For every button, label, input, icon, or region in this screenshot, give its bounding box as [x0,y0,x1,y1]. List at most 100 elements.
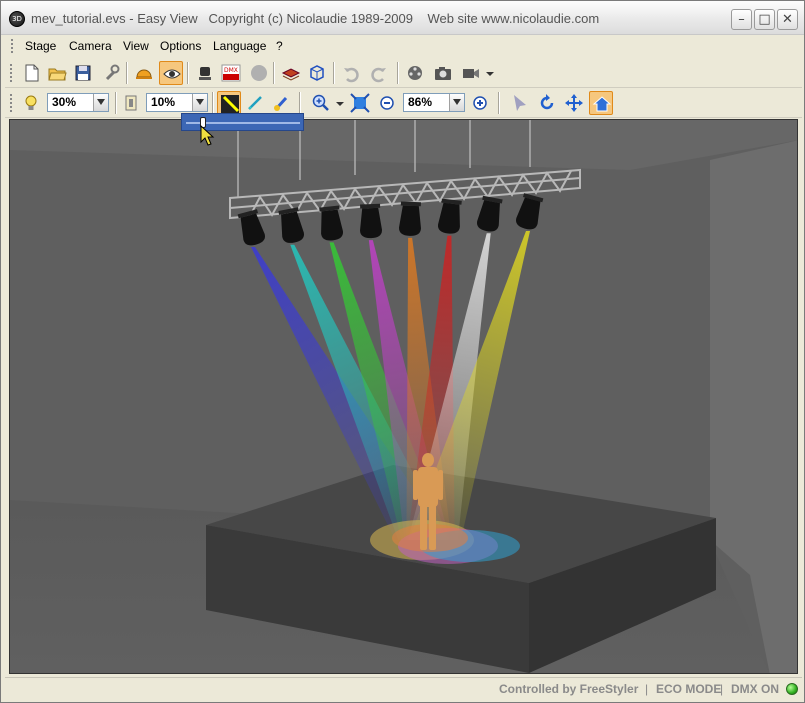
zoom-out-button[interactable] [375,91,399,115]
toolbar-separator [498,92,500,114]
close-button[interactable]: ✕ [777,9,798,30]
zoom-minus-icon [380,96,394,110]
app-window: 3D mev_tutorial.evs - Easy View Copyrigh… [0,0,805,703]
pencil-icon [248,96,262,110]
pointer-button[interactable] [508,91,532,115]
disabled-circle-icon [251,65,267,81]
new-file-icon [25,64,39,82]
maximize-icon: □ [758,12,771,27]
eco-mode-status: ECO MODE [656,682,722,696]
camera-icon [435,67,451,80]
open-file-button[interactable] [45,61,69,85]
dmx-status: DMX ON [731,682,779,696]
save-button[interactable] [71,61,95,85]
film-reel-button[interactable] [403,61,427,85]
toolbar-separator [299,92,301,114]
light-level-value: 30% [52,95,77,109]
dmx-icon: DMX [221,64,241,82]
menu-grip-handle[interactable] [11,39,14,53]
stage-scene[interactable] [10,120,798,674]
close-icon: ✕ [782,12,793,27]
zoom-mode-button[interactable] [309,91,333,115]
redo-button[interactable] [367,61,391,85]
main-toolbar: DMX [5,58,802,88]
pencil-button[interactable] [243,91,267,115]
toolbar-separator [187,62,189,84]
view-toolbar: 30% 10% 86% [5,88,802,118]
fog-level-combo[interactable]: 10% [146,93,208,112]
menu-camera[interactable]: Camera [69,39,112,53]
video-camera-icon [463,69,479,78]
cube-icon [310,65,324,81]
light-level-combo[interactable]: 30% [47,93,109,112]
app-logo-icon[interactable]: 3D [9,11,25,27]
menu-bar: Stage Camera View Options Language ? [5,35,802,57]
film-reel-icon [408,66,422,80]
new-file-button[interactable] [20,61,44,85]
status-separator: | [720,682,724,696]
menu-options[interactable]: Options [160,39,201,53]
toolbar-grip[interactable] [10,94,13,112]
eye-view-icon [163,69,181,79]
layers-icon [281,68,301,81]
lightbulb-icon [25,95,37,110]
minimize-icon: – [738,12,745,27]
toolbar-separator [333,62,335,84]
beam-color-button[interactable] [217,91,241,115]
toolbar-separator [397,62,399,84]
pan-move-icon [565,94,583,112]
chevron-down-icon [486,72,494,76]
home-view-button[interactable] [589,91,613,115]
beam-color-icon [221,95,240,113]
svg-text:DMX: DMX [224,67,238,74]
zoom-level-combo[interactable]: 86% [403,93,465,112]
menu-language[interactable]: Language [213,39,266,53]
status-bar: Controlled by FreeStyler | ECO MODE | DM… [5,677,802,699]
zoom-in-button[interactable] [468,91,492,115]
save-disk-icon [75,65,91,81]
brush-button[interactable] [269,91,293,115]
zoom-in-magnifier-icon [312,94,329,111]
dmx-button[interactable]: DMX [219,61,243,85]
zoom-mode-dropdown[interactable] [333,91,345,115]
fog-button[interactable] [119,91,143,115]
menu-view[interactable]: View [123,39,149,53]
wrench-button[interactable] [99,61,123,85]
open-folder-icon [48,68,67,81]
controlled-by-status: Controlled by FreeStyler [499,682,639,696]
pan-button[interactable] [562,91,586,115]
disabled-button[interactable] [247,61,271,85]
menu-help[interactable]: ? [276,39,283,53]
window-title: mev_tutorial.evs - Easy View Copyright (… [31,11,600,26]
rotate-button[interactable] [535,91,559,115]
zoom-plus-icon [473,96,487,110]
menu-stage[interactable]: Stage [25,39,56,53]
fog-level-value: 10% [151,95,176,109]
toolbar-separator [273,62,275,84]
moving-head-button[interactable] [193,61,217,85]
chevron-down-icon[interactable] [192,94,207,111]
light-level-button[interactable] [19,91,43,115]
dmx-status-led-icon [786,683,798,695]
fit-screen-icon [350,93,370,113]
snapshot-button[interactable] [431,61,455,85]
chevron-down-icon[interactable] [449,94,464,111]
fit-screen-button[interactable] [348,91,372,115]
video-camera-dropdown[interactable] [483,61,497,85]
layers-button[interactable] [279,61,303,85]
title-bar[interactable]: 3D mev_tutorial.evs - Easy View Copyrigh… [1,1,804,35]
hard-hat-button[interactable] [132,61,156,85]
hard-hat-icon [136,69,152,79]
undo-icon [344,67,359,83]
eye-view-button[interactable] [159,61,183,85]
chevron-down-icon[interactable] [93,94,108,111]
zoom-level-value: 86% [408,95,433,109]
video-camera-button[interactable] [459,61,483,85]
status-separator: | [645,682,649,696]
undo-button[interactable] [339,61,363,85]
minimize-button[interactable]: – [731,9,752,30]
cube-button[interactable] [305,61,329,85]
stage-3d-viewport[interactable] [9,119,798,674]
maximize-button[interactable]: □ [754,9,775,30]
toolbar-grip[interactable] [10,64,13,82]
